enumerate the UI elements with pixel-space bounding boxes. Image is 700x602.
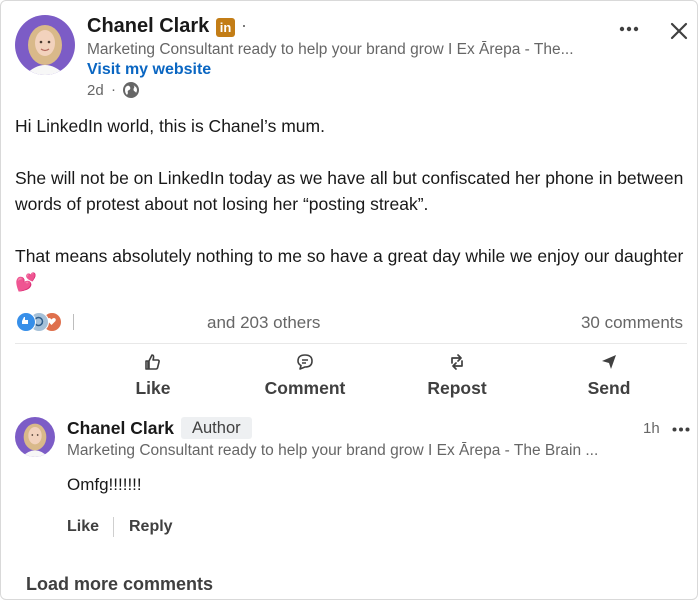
- reactions-count[interactable]: and 203 others: [207, 313, 320, 333]
- like-reaction-icon: [16, 312, 36, 332]
- connection-dot: ·: [241, 15, 247, 35]
- comment-like-button[interactable]: Like: [67, 518, 99, 536]
- like-button[interactable]: Like: [98, 350, 208, 402]
- post-body: Hi LinkedIn world, this is Chanel’s mum.…: [15, 113, 685, 295]
- repost-icon: [451, 354, 463, 370]
- close-button[interactable]: [665, 17, 693, 45]
- more-icon: [672, 427, 690, 431]
- comment-author-headline: Marketing Consultant ready to help your …: [67, 442, 599, 459]
- send-label: Send: [587, 378, 631, 398]
- comment-text: Omfg!!!!!!!: [67, 475, 142, 494]
- comment-icon: [297, 354, 313, 370]
- comment-author-avatar[interactable]: [15, 417, 55, 457]
- more-icon: [619, 26, 639, 32]
- comments-count[interactable]: 30 comments: [581, 313, 683, 333]
- post-paragraph: Hi LinkedIn world, this is Chanel’s mum.: [15, 116, 325, 136]
- author-name[interactable]: Chanel Clark: [87, 15, 209, 38]
- count-separator: [73, 314, 74, 330]
- time-dot: ·: [111, 81, 116, 98]
- more-options-button[interactable]: [615, 17, 643, 41]
- post-paragraph: She will not be on LinkedIn today as we …: [15, 168, 684, 214]
- author-avatar[interactable]: [15, 15, 75, 75]
- visit-website-link[interactable]: Visit my website: [87, 61, 211, 79]
- comment-button[interactable]: Comment: [250, 350, 360, 402]
- like-label: Like: [135, 378, 171, 398]
- comment-action-separator: [113, 517, 114, 537]
- thumbs-up-icon: [145, 354, 160, 370]
- repost-label: Repost: [427, 378, 487, 398]
- post-card: Chanel Clark in · Marketing Consultant r…: [0, 0, 698, 600]
- post-paragraph: That means absolutely nothing to me so h…: [15, 246, 684, 292]
- comment-reply-button[interactable]: Reply: [129, 518, 173, 536]
- comment-time: 1h: [643, 420, 660, 437]
- author-badge: Author: [181, 417, 252, 439]
- divider: [15, 343, 687, 344]
- post-time: 2d: [87, 82, 104, 99]
- comment-author-name[interactable]: Chanel Clark: [67, 418, 174, 439]
- linkedin-badge-icon: in: [216, 18, 235, 37]
- send-icon: [602, 355, 616, 369]
- author-headline: Marketing Consultant ready to help your …: [87, 41, 574, 58]
- send-button[interactable]: Send: [554, 350, 664, 402]
- reaction-icons[interactable]: [16, 312, 76, 334]
- close-icon: [670, 22, 688, 40]
- globe-icon: [123, 82, 139, 98]
- repost-button[interactable]: Repost: [402, 350, 512, 402]
- load-more-comments-button[interactable]: Load more comments: [26, 574, 213, 595]
- comment-more-button[interactable]: [669, 419, 693, 439]
- comment-label: Comment: [264, 378, 346, 398]
